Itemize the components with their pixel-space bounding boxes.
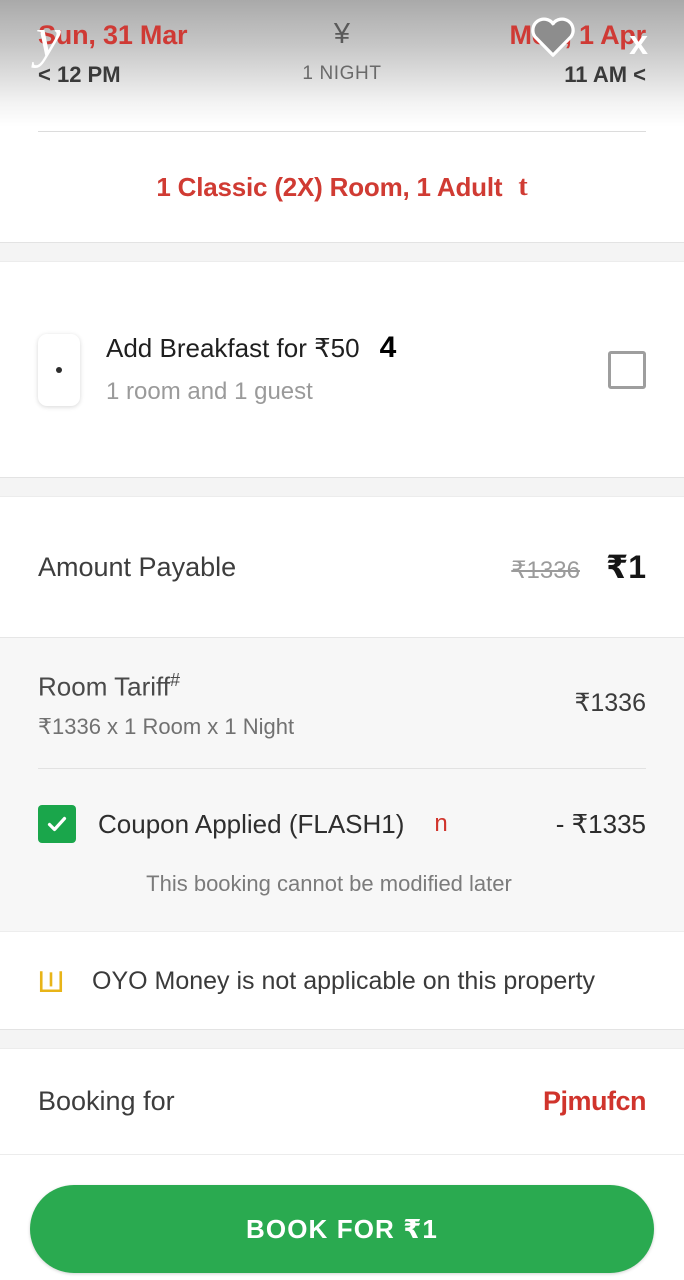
- room-tariff-left: Room Tariff# ₹1336 x 1 Room x 1 Night: [38, 664, 294, 743]
- checkout-time: 11 AM <: [564, 62, 646, 87]
- breakfast-thumbnail-icon: [38, 333, 80, 406]
- stay-dates-header: Sun, 31 Mar < 12 PM ¥ 1 NIGHT Mon, 1 Apr…: [0, 0, 684, 132]
- book-now-button[interactable]: BOOK FOR ₹1: [30, 1185, 654, 1273]
- checkout-block[interactable]: Mon, 1 Apr 11 AM <: [417, 18, 647, 90]
- checkin-block[interactable]: Sun, 31 Mar < 12 PM: [38, 18, 267, 90]
- breakfast-thumbnail-dot: [56, 366, 62, 373]
- section-separator-top: [0, 242, 684, 262]
- nights-block: ¥ 1 NIGHT: [267, 18, 417, 87]
- booking-summary-screen: Sun, 31 Mar < 12 PM ¥ 1 NIGHT Mon, 1 Apr…: [0, 0, 684, 1280]
- amount-payable-label: Amount Payable: [38, 552, 237, 582]
- header-divider: [38, 131, 646, 132]
- room-summary-text: 1 Classic (2X) Room, 1 Adult: [156, 171, 503, 202]
- section-separator-bottom: [0, 1029, 684, 1049]
- checkin-time: < 12 PM: [38, 62, 121, 87]
- breakfast-text-block: Add Breakfast for ₹50 4 1 room and 1 gue…: [106, 331, 608, 408]
- wallet-icon: [38, 968, 64, 994]
- price-breakdown-section: Room Tariff# ₹1336 x 1 Room x 1 Night ₹1…: [0, 637, 684, 931]
- section-separator-mid: [0, 477, 684, 497]
- cta-container: BOOK FOR ₹1: [0, 1155, 684, 1280]
- oyo-money-row: OYO Money is not applicable on this prop…: [0, 931, 684, 1029]
- room-tariff-row: Room Tariff# ₹1336 x 1 Room x 1 Night ₹1…: [38, 638, 646, 768]
- breakfast-title-line: Add Breakfast for ₹50 4: [106, 331, 608, 365]
- coupon-checkbox-checked[interactable]: [38, 805, 76, 843]
- breakfast-checkbox[interactable]: [608, 350, 646, 389]
- room-tariff-superscript: #: [169, 669, 180, 690]
- coupon-label: Coupon Applied (FLASH1): [98, 809, 405, 839]
- nights-label: 1 NIGHT: [302, 63, 382, 84]
- coupon-row[interactable]: Coupon Applied (FLASH1) n - ₹1335: [38, 805, 646, 843]
- checkin-date: Sun, 31 Mar: [38, 20, 188, 50]
- room-tariff-label: Room Tariff: [38, 671, 170, 702]
- amount-final-price: ₹1: [605, 549, 646, 585]
- room-tariff-detail: ₹1336 x 1 Room x 1 Night: [38, 714, 295, 740]
- checkout-date: Mon, 1 Apr: [509, 20, 647, 50]
- amount-payable-row: Amount Payable ₹1336 ₹1: [0, 497, 684, 637]
- moon-icon: ¥: [333, 18, 351, 50]
- coupon-left: Coupon Applied (FLASH1) n: [38, 805, 448, 843]
- room-tariff-label-wrap: Room Tariff#: [38, 664, 294, 703]
- room-summary-row[interactable]: 1 Classic (2X) Room, 1 Adult t: [0, 132, 684, 242]
- breakfast-title: Add Breakfast for ₹50: [106, 333, 360, 363]
- breakfast-badge: 4: [379, 331, 397, 364]
- coupon-discount-amount: - ₹1335: [555, 808, 646, 839]
- coupon-note: This booking cannot be modified later: [146, 871, 512, 896]
- amount-original-price: ₹1336: [511, 557, 580, 584]
- coupon-block: Coupon Applied (FLASH1) n - ₹1335 This b…: [38, 769, 646, 931]
- oyo-money-text: OYO Money is not applicable on this prop…: [92, 966, 596, 995]
- dates-row: Sun, 31 Mar < 12 PM ¥ 1 NIGHT Mon, 1 Apr…: [0, 0, 684, 90]
- amount-payable-values: ₹1336 ₹1: [511, 548, 646, 586]
- room-summary-trailing-glyph: t: [518, 171, 528, 202]
- breakfast-subtitle: 1 room and 1 guest: [106, 378, 313, 405]
- coupon-trailing-glyph: n: [434, 810, 448, 837]
- room-tariff-amount: ₹1336: [574, 689, 646, 717]
- booking-for-row[interactable]: Booking for Pjmufcn: [0, 1049, 684, 1155]
- booking-for-name: Pjmufcn: [542, 1086, 647, 1116]
- booking-for-label: Booking for: [38, 1086, 175, 1116]
- add-breakfast-row[interactable]: Add Breakfast for ₹50 4 1 room and 1 gue…: [0, 262, 684, 477]
